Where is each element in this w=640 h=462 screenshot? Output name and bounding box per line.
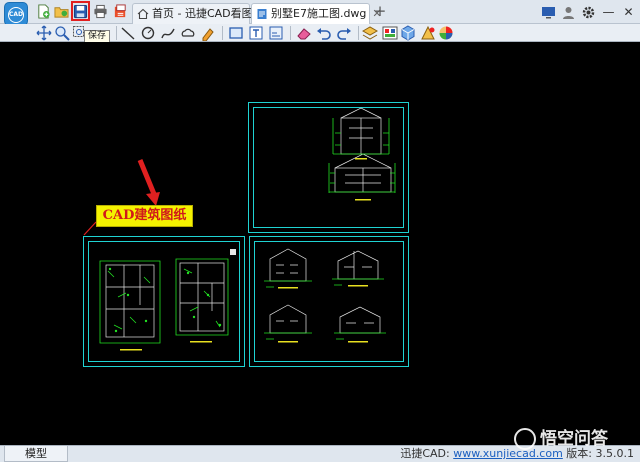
cad-drawing-label: CAD建筑图纸 <box>96 205 193 227</box>
tab-drawing[interactable]: 别墅E7施工图.dwg ✕ <box>251 3 382 24</box>
zoom-icon[interactable] <box>54 25 70 41</box>
home-icon <box>137 8 149 20</box>
watermark-logo-icon <box>514 428 536 450</box>
rectangle-icon[interactable] <box>228 25 244 41</box>
batch-print-icon[interactable] <box>113 4 128 19</box>
model-tab[interactable]: 模型 <box>4 446 68 462</box>
text-icon[interactable] <box>248 25 264 41</box>
close-icon[interactable]: ✕ <box>621 5 636 20</box>
palette-icon[interactable] <box>438 25 454 41</box>
undo-icon[interactable] <box>316 25 332 41</box>
add-tab-icon[interactable]: + <box>372 3 388 21</box>
minimize-icon[interactable]: — <box>601 5 616 20</box>
3d-view-icon[interactable] <box>400 25 416 41</box>
window-controls: — ✕ <box>541 3 636 21</box>
text-annotation-icon[interactable] <box>200 25 216 41</box>
save-highlight-box <box>71 1 90 21</box>
eraser-icon[interactable] <box>296 25 312 41</box>
screen-icon[interactable] <box>541 5 556 20</box>
title-bar: CAD 首页 - 迅捷CAD看图 别墅E7施工图.dwg ✕ + — ✕ <box>0 0 640 26</box>
dwg-file-icon <box>257 9 267 19</box>
redo-icon[interactable] <box>336 25 352 41</box>
measure-icon[interactable] <box>268 25 284 41</box>
print-icon[interactable] <box>93 4 108 19</box>
new-file-icon[interactable] <box>36 4 51 19</box>
revision-cloud-icon[interactable] <box>180 25 196 41</box>
settings-icon[interactable] <box>581 5 596 20</box>
pan-icon[interactable] <box>36 25 52 41</box>
app-logo[interactable]: CAD <box>4 2 28 26</box>
polyline-icon[interactable] <box>160 25 176 41</box>
layer-icon[interactable] <box>362 25 378 41</box>
layer-color-icon[interactable] <box>382 25 398 41</box>
user-icon[interactable] <box>561 5 576 20</box>
color-icon[interactable] <box>420 25 436 41</box>
tab-home[interactable]: 首页 - 迅捷CAD看图 <box>132 3 253 24</box>
annotation-arrow <box>83 159 160 236</box>
circle-icon[interactable] <box>140 25 156 41</box>
drawing-canvas[interactable]: CAD建筑图纸 <box>0 42 640 445</box>
open-file-icon[interactable] <box>54 4 69 19</box>
line-icon[interactable] <box>120 25 136 41</box>
watermark: 悟空问答 <box>514 424 608 450</box>
